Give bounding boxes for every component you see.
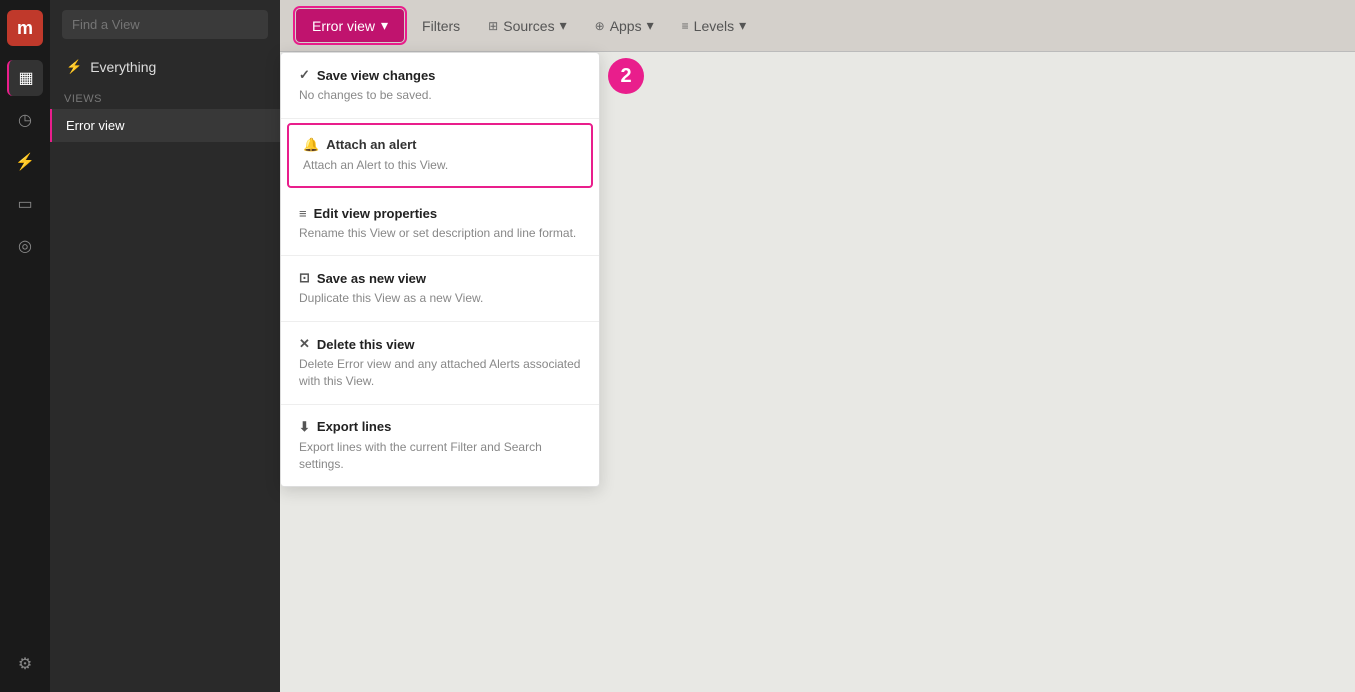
sources-button[interactable]: ⊞ Sources ▾ xyxy=(478,11,576,40)
everything-label: Everything xyxy=(90,59,156,75)
nav-icon-monitor[interactable]: ▭ xyxy=(7,186,43,222)
error-view-button[interactable]: Error view ▾ xyxy=(296,9,404,42)
dropdown-item-save-view-changes[interactable]: ✓ Save view changes No changes to be sav… xyxy=(281,53,599,119)
edit-view-title: Edit view properties xyxy=(314,206,438,221)
nav-icon-history[interactable]: ◷ xyxy=(7,102,43,138)
save-new-desc: Duplicate this View as a new View. xyxy=(299,290,581,307)
views-sidebar: ⚡ Everything Views Error view xyxy=(50,0,280,692)
view-item-error-view[interactable]: Error view xyxy=(50,109,280,142)
save-view-title: Save view changes xyxy=(317,68,436,83)
nav-icon-speed[interactable]: ◎ xyxy=(7,228,43,264)
dropdown-arrow-icon: ▾ xyxy=(381,17,388,34)
delete-desc: Delete Error view and any attached Alert… xyxy=(299,356,581,390)
error-view-label: Error view xyxy=(312,18,375,34)
sources-label: Sources xyxy=(503,18,554,34)
item-title-save: ✓ Save view changes xyxy=(299,67,581,83)
levels-icon: ≡ xyxy=(682,19,689,33)
levels-arrow-icon: ▾ xyxy=(739,17,746,34)
item-title-export: ⬇ Export lines xyxy=(299,419,581,435)
search-input[interactable] xyxy=(62,10,268,39)
dropdown-item-attach-alert[interactable]: 🔔 Attach an alert Attach an Alert to thi… xyxy=(287,123,593,188)
search-box xyxy=(50,0,280,49)
apps-icon: ⊕ xyxy=(595,19,605,33)
export-title: Export lines xyxy=(317,419,391,434)
topbar: Error view ▾ Filters ⊞ Sources ▾ ⊕ Apps … xyxy=(280,0,1355,52)
nav-icon-settings[interactable]: ⚙ xyxy=(7,646,43,682)
icon-sidebar: m ▦ ◷ ⚡ ▭ ◎ ⚙ xyxy=(0,0,50,692)
item-title-delete: ✕ Delete this view xyxy=(299,336,581,352)
item-title-edit: ≡ Edit view properties xyxy=(299,206,581,221)
edit-view-desc: Rename this View or set description and … xyxy=(299,225,581,242)
views-section-label: Views xyxy=(50,85,280,109)
nav-icon-dashboard[interactable]: ▦ xyxy=(7,60,43,96)
dropdown-item-save-new[interactable]: ⊡ Save as new view Duplicate this View a… xyxy=(281,256,599,322)
save-new-title: Save as new view xyxy=(317,271,426,286)
item-title-save-new: ⊡ Save as new view xyxy=(299,270,581,286)
item-title-attach: 🔔 Attach an alert xyxy=(303,137,577,153)
save-view-desc: No changes to be saved. xyxy=(299,87,581,104)
sources-arrow-icon: ▾ xyxy=(560,17,567,34)
dropdown-item-export[interactable]: ⬇ Export lines Export lines with the cur… xyxy=(281,405,599,487)
levels-label: Levels xyxy=(694,18,734,34)
duplicate-icon: ⊡ xyxy=(299,270,310,286)
sources-icon: ⊞ xyxy=(488,19,498,33)
everything-link[interactable]: ⚡ Everything xyxy=(50,49,280,85)
apps-arrow-icon: ▾ xyxy=(647,17,654,34)
export-desc: Export lines with the current Filter and… xyxy=(299,439,581,473)
delete-title: Delete this view xyxy=(317,337,415,352)
app-logo: m xyxy=(7,10,43,46)
main-area: Error view ▾ Filters ⊞ Sources ▾ ⊕ Apps … xyxy=(280,0,1355,692)
filters-button[interactable]: Filters xyxy=(412,12,470,40)
list-icon: ≡ xyxy=(299,206,307,221)
view-item-label: Error view xyxy=(66,118,125,133)
bolt-icon: ⚡ xyxy=(66,59,82,75)
close-icon: ✕ xyxy=(299,336,310,352)
download-icon: ⬇ xyxy=(299,419,310,435)
dropdown-item-delete[interactable]: ✕ Delete this view Delete Error view and… xyxy=(281,322,599,405)
apps-button[interactable]: ⊕ Apps ▾ xyxy=(585,11,664,40)
dropdown-menu: ✓ Save view changes No changes to be sav… xyxy=(280,52,600,487)
nav-icon-pulse[interactable]: ⚡ xyxy=(7,144,43,180)
levels-button[interactable]: ≡ Levels ▾ xyxy=(672,11,757,40)
apps-label: Apps xyxy=(610,18,642,34)
attach-alert-title: Attach an alert xyxy=(326,137,416,152)
attach-alert-desc: Attach an Alert to this View. xyxy=(303,157,577,174)
checkmark-icon: ✓ xyxy=(299,67,310,83)
bell-icon: 🔔 xyxy=(303,137,319,153)
dropdown-item-edit-view[interactable]: ≡ Edit view properties Rename this View … xyxy=(281,192,599,257)
